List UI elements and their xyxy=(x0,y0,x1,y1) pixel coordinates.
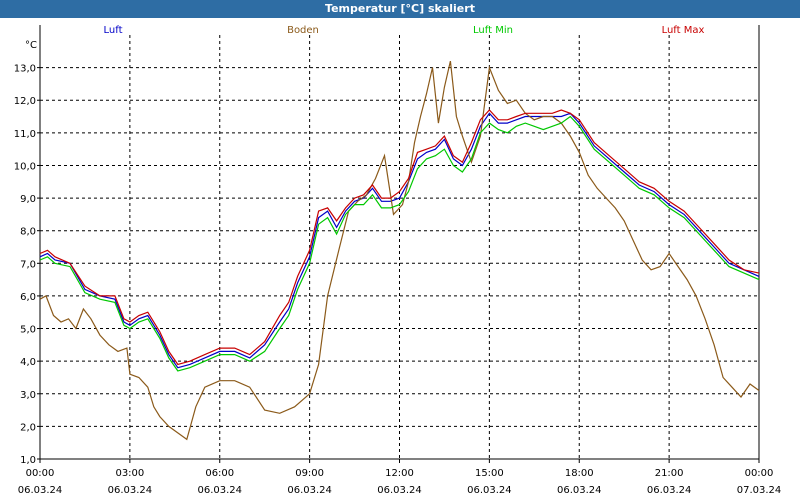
x-tick-date-label: 06.03.24 xyxy=(647,485,692,496)
y-tick-labels: 1,0 2,0 3,0 4,0 5,0 6,0 7,0 8,0 9,0 10,0 11,0 12,0 1… xyxy=(14,64,36,466)
chart-area: 1,0 2,0 3,0 4,0 5,0 6,0 7,0 8,0 9,0 10,0 11,0 12,0 1… xyxy=(0,18,800,500)
x-tick-time-label: 00:00 xyxy=(745,468,774,479)
x-tick-time-label: 03:00 xyxy=(115,468,144,479)
x-tick-time-label: 12:00 xyxy=(385,468,414,479)
grid-lines xyxy=(40,35,759,459)
y-tick-label: 1,0 xyxy=(20,455,36,466)
x-tick-time-label: 06:00 xyxy=(205,468,234,479)
axes xyxy=(37,25,760,463)
x-tick-date-label: 06.03.24 xyxy=(18,485,63,496)
x-tick-time-label: 18:00 xyxy=(565,468,594,479)
y-axis-unit-label: °C xyxy=(25,40,37,51)
x-tick-date-label: 06.03.24 xyxy=(108,485,153,496)
x-tick-time-label: 15:00 xyxy=(475,468,504,479)
y-tick-label: 5,0 xyxy=(20,325,36,336)
x-tick-date-label: 07.03.24 xyxy=(737,485,782,496)
x-tick-time-label: 21:00 xyxy=(655,468,684,479)
legend-entry: Luft xyxy=(104,25,123,36)
y-tick-label: 11,0 xyxy=(14,129,36,140)
y-tick-label: 2,0 xyxy=(20,422,36,433)
x-tick-date-label: 06.03.24 xyxy=(377,485,422,496)
legend: Luft Boden Luft Min Luft Max xyxy=(104,25,705,36)
x-tick-date-label: 06.03.24 xyxy=(287,485,332,496)
x-tick-labels: 00:00 06.03.24 03:00 06.03.24 06:00 06.03.24 0… xyxy=(18,468,782,496)
y-tick-label: 7,0 xyxy=(20,259,36,270)
legend-entry: Luft Max xyxy=(662,25,705,36)
chart-title: Temperatur [°C] skaliert xyxy=(0,0,800,18)
y-tick-label: 13,0 xyxy=(14,64,36,75)
y-tick-label: 12,0 xyxy=(14,96,36,107)
x-tick-time-label: 09:00 xyxy=(295,468,324,479)
y-tick-label: 4,0 xyxy=(20,357,36,368)
y-tick-label: 10,0 xyxy=(14,161,36,172)
y-tick-label: 8,0 xyxy=(20,227,36,238)
series-line-luft-max xyxy=(39,109,760,366)
x-tick-date-label: 06.03.24 xyxy=(557,485,602,496)
series-line-luft-min xyxy=(39,115,760,372)
x-tick-time-label: 00:00 xyxy=(26,468,55,479)
y-tick-label: 3,0 xyxy=(20,390,36,401)
x-tick-date-label: 06.03.24 xyxy=(197,485,242,496)
y-tick-label: 9,0 xyxy=(20,194,36,205)
series-line-boden xyxy=(39,60,760,441)
temperature-chart: 1,0 2,0 3,0 4,0 5,0 6,0 7,0 8,0 9,0 10,0 11,0 12,0 1… xyxy=(14,25,782,496)
series-lines xyxy=(39,60,760,441)
y-tick-label: 6,0 xyxy=(20,292,36,303)
x-tick-date-label: 06.03.24 xyxy=(467,485,512,496)
legend-entry: Boden xyxy=(287,25,319,36)
legend-entry: Luft Min xyxy=(473,25,513,36)
